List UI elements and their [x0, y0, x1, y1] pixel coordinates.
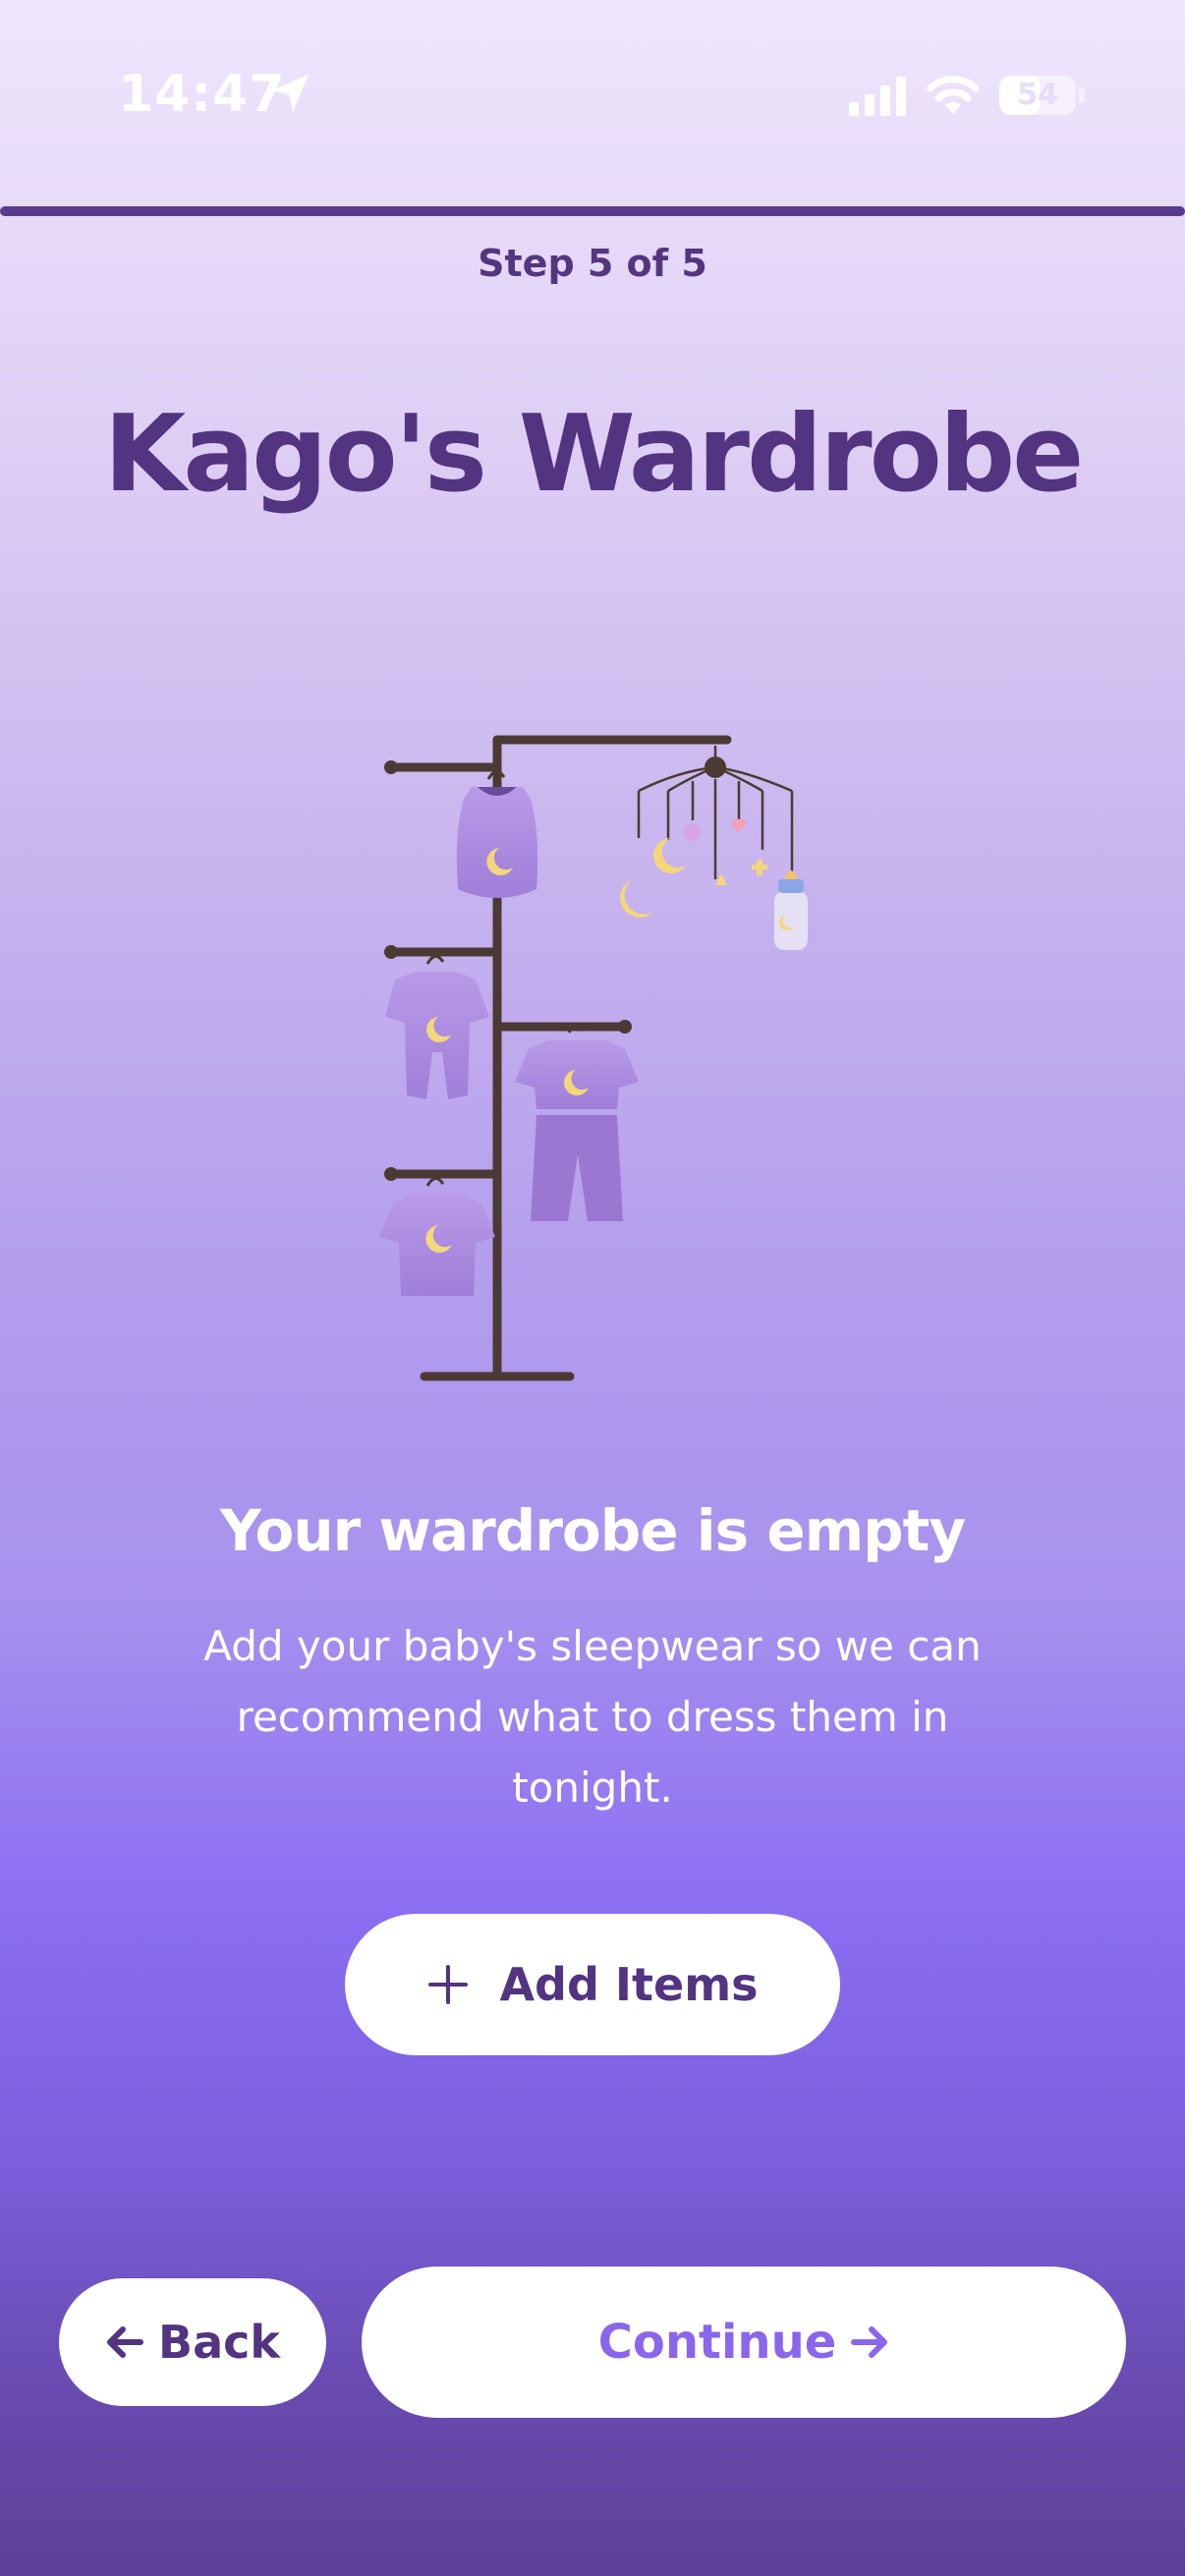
add-items-button[interactable]: Add Items	[345, 1914, 840, 2055]
wifi-icon	[927, 76, 980, 114]
empty-state-description: Add your baby's sleepwear so we can reco…	[203, 1622, 982, 1812]
page-title: Kago's Wardrobe	[103, 393, 1085, 516]
continue-button[interactable]: Continue	[362, 2267, 1126, 2418]
status-time: 14:47	[118, 65, 286, 124]
add-items-label: Add Items	[499, 1958, 759, 2011]
back-label: Back	[158, 2316, 280, 2369]
location-arrow-icon	[271, 75, 309, 112]
step-indicator: Step 5 of 5	[478, 242, 707, 285]
battery-icon: 54	[999, 76, 1076, 115]
arrow-right-icon	[851, 2326, 888, 2358]
empty-state-heading: Your wardrobe is empty	[219, 1497, 966, 1564]
arrow-left-icon	[107, 2326, 144, 2358]
back-button[interactable]: Back	[59, 2278, 326, 2406]
cellular-signal-icon	[849, 77, 906, 116]
continue-label: Continue	[597, 2315, 837, 2370]
plus-icon	[428, 1965, 469, 2004]
battery-percent: 54	[1017, 78, 1058, 112]
status-bar: 14:47 54	[0, 0, 1185, 187]
battery-cap	[1079, 87, 1085, 103]
clothing-rack-illustration	[379, 735, 808, 1381]
progress-bar	[0, 206, 1185, 216]
progress-fill	[0, 206, 1185, 216]
